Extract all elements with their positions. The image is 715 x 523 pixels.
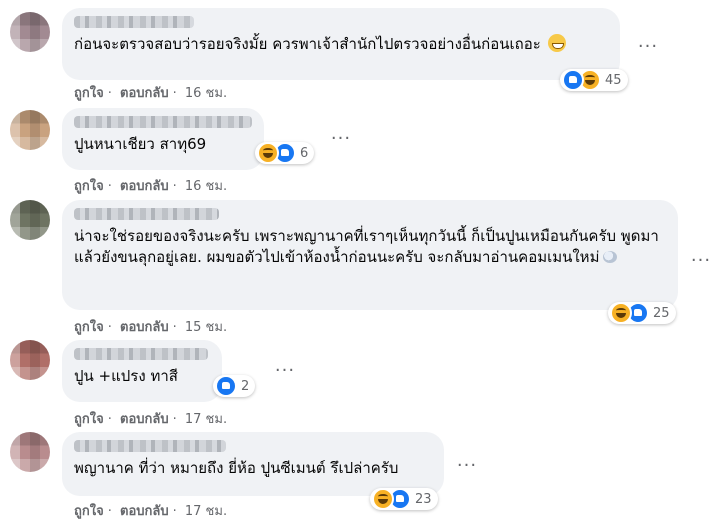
commenter-name[interactable] <box>74 348 208 360</box>
reaction-summary[interactable]: 25 <box>608 302 676 324</box>
reply-link[interactable]: ตอบกลับ <box>120 412 169 427</box>
reaction-count: 45 <box>605 72 622 88</box>
more-options-button[interactable]: ··· <box>686 250 715 271</box>
reaction-count: 25 <box>653 305 670 321</box>
timestamp[interactable]: 17 ชม. <box>185 412 227 427</box>
reply-link[interactable]: ตอบกลับ <box>120 179 169 194</box>
like-reaction-icon <box>562 69 584 91</box>
avatar[interactable] <box>10 340 50 380</box>
comment-text: ก่อนจะตรวจสอบว่ารอยจริงมั้ย ควรพาเจ้าสำน… <box>74 34 608 55</box>
commenter-name[interactable] <box>74 208 219 220</box>
like-link[interactable]: ถูกใจ <box>74 320 104 335</box>
avatar[interactable] <box>10 12 50 52</box>
comment-actions: ถูกใจ · ตอบกลับ · 16 ชม. <box>74 179 228 194</box>
avatar[interactable] <box>10 110 50 150</box>
comment-bubble: น่าจะใช่รอยของจริงนะครับ เพราะพญานาคที่เ… <box>62 200 678 310</box>
comment-actions: ถูกใจ · ตอบกลับ · 17 ชม. <box>74 504 228 519</box>
timestamp[interactable]: 16 ชม. <box>185 179 227 194</box>
haha-reaction-icon <box>257 142 279 164</box>
timestamp[interactable]: 17 ชม. <box>185 504 227 519</box>
comment-bubble: ปูน +แปรง ทาสี <box>62 340 222 402</box>
like-link[interactable]: ถูกใจ <box>74 504 104 519</box>
commenter-name[interactable] <box>74 16 194 28</box>
speech-bubble-emoji <box>603 251 618 263</box>
reaction-summary[interactable]: 6 <box>255 142 315 164</box>
reply-link[interactable]: ตอบกลับ <box>120 320 169 335</box>
like-link[interactable]: ถูกใจ <box>74 412 104 427</box>
reply-link[interactable]: ตอบกลับ <box>120 86 169 101</box>
haha-reaction-icon <box>372 488 394 510</box>
like-reaction-icon <box>215 375 237 397</box>
more-options-button[interactable]: ··· <box>452 455 482 476</box>
more-options-button[interactable]: ··· <box>633 36 663 57</box>
reaction-count: 2 <box>241 378 250 394</box>
comment-actions: ถูกใจ · ตอบกลับ · 16 ชม. <box>74 86 228 101</box>
more-options-button[interactable]: ··· <box>326 128 356 149</box>
commenter-name[interactable] <box>74 116 252 128</box>
comment-text: พญานาค ที่ว่า หมายถึง ยี่ห้อ ปูนซีเมนต์ … <box>74 459 399 477</box>
like-link[interactable]: ถูกใจ <box>74 86 104 101</box>
reaction-count: 23 <box>415 491 432 507</box>
grinning-emoji <box>547 34 566 52</box>
comment-text: ปูนหนาเชียว สาทุ69 <box>74 135 207 153</box>
reaction-count: 6 <box>300 145 309 161</box>
avatar[interactable] <box>10 432 50 472</box>
reply-link[interactable]: ตอบกลับ <box>120 504 169 519</box>
commenter-name[interactable] <box>74 440 226 452</box>
reaction-summary[interactable]: 45 <box>560 69 628 91</box>
timestamp[interactable]: 16 ชม. <box>185 86 227 101</box>
comment-bubble: ปูนหนาเชียว สาทุ69 <box>62 108 264 170</box>
comment-actions: ถูกใจ · ตอบกลับ · 15 ชม. <box>74 320 228 335</box>
comment-bubble: พญานาค ที่ว่า หมายถึง ยี่ห้อ ปูนซีเมนต์ … <box>62 432 444 496</box>
comment-actions: ถูกใจ · ตอบกลับ · 17 ชม. <box>74 412 228 427</box>
like-link[interactable]: ถูกใจ <box>74 179 104 194</box>
reaction-summary[interactable]: 23 <box>370 488 438 510</box>
reaction-summary[interactable]: 2 <box>213 375 256 397</box>
more-options-button[interactable]: ··· <box>270 360 300 381</box>
avatar[interactable] <box>10 200 50 240</box>
comment-text: น่าจะใช่รอยของจริงนะครับ เพราะพญานาคที่เ… <box>74 227 659 266</box>
timestamp[interactable]: 15 ชม. <box>185 320 227 335</box>
haha-reaction-icon <box>610 302 632 324</box>
comment-bubble: ก่อนจะตรวจสอบว่ารอยจริงมั้ย ควรพาเจ้าสำน… <box>62 8 620 80</box>
comment-text: ปูน +แปรง ทาสี <box>74 367 178 385</box>
